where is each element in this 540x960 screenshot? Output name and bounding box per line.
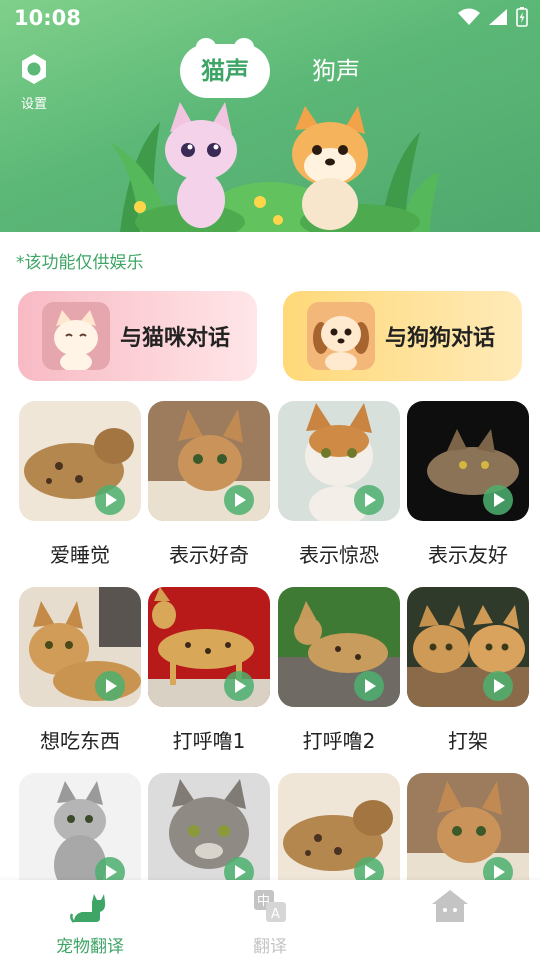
dog-avatar xyxy=(307,302,375,370)
nav-translate[interactable]: 中 A 翻译 xyxy=(210,888,330,958)
play-icon xyxy=(95,857,125,880)
sound-card[interactable]: 表示友好 xyxy=(407,401,529,568)
sound-card[interactable]: 想吃东西 xyxy=(19,587,141,754)
settings-button[interactable]: 设置 xyxy=(14,52,54,112)
play-icon xyxy=(354,857,384,880)
nav-home[interactable] xyxy=(390,888,510,958)
signal-icon xyxy=(489,9,507,25)
nav-translate-label: 翻译 xyxy=(253,937,287,957)
sound-card[interactable]: 打架 xyxy=(407,587,529,754)
sound-card[interactable]: 表示惊恐 xyxy=(278,401,400,568)
status-time: 10:08 xyxy=(14,6,81,30)
sound-card[interactable]: 打呼噜2 xyxy=(278,587,400,754)
tab-cat-label: 猫声 xyxy=(201,57,249,85)
play-icon xyxy=(95,671,125,701)
sound-card[interactable]: 爱睡觉 xyxy=(19,401,141,568)
sound-label: 打呼噜2 xyxy=(302,729,376,753)
cat-avatar xyxy=(42,302,110,370)
status-icons xyxy=(458,7,528,27)
play-icon xyxy=(224,671,254,701)
sound-label: 表示好奇 xyxy=(169,543,249,567)
home-icon xyxy=(432,890,468,922)
sound-thumbnail xyxy=(407,587,529,707)
sound-thumbnail xyxy=(19,401,141,521)
sound-thumbnail xyxy=(407,773,529,880)
talk-to-dog-button[interactable]: 与狗狗对话 xyxy=(283,291,522,381)
play-icon xyxy=(95,485,125,515)
play-icon xyxy=(483,671,513,701)
sound-label: 打架 xyxy=(448,729,488,753)
sound-label: 打呼噜1 xyxy=(172,729,246,753)
play-icon xyxy=(483,485,513,515)
header: 10:08 设置 猫声 狗声 xyxy=(0,0,540,232)
sound-thumbnail xyxy=(278,773,400,880)
sound-thumbnail xyxy=(278,401,400,521)
play-icon xyxy=(354,671,384,701)
svg-text:A: A xyxy=(271,907,280,922)
sound-card[interactable]: 打呼噜1 xyxy=(148,587,270,754)
talk-to-cat-button[interactable]: 与猫咪对话 xyxy=(18,291,257,381)
sound-thumbnail xyxy=(148,587,270,707)
tab-dog-sounds[interactable]: 狗声 xyxy=(296,44,376,98)
play-icon xyxy=(483,857,513,880)
sound-thumbnail xyxy=(148,773,270,880)
tab-cat-sounds[interactable]: 猫声 xyxy=(180,38,270,98)
sound-thumbnail xyxy=(148,401,270,521)
sound-card[interactable] xyxy=(19,773,141,880)
gear-icon xyxy=(22,54,46,84)
sound-label: 想吃东西 xyxy=(40,729,120,753)
status-bar: 10:08 xyxy=(0,0,540,36)
sound-card[interactable] xyxy=(407,773,529,880)
play-icon xyxy=(224,485,254,515)
sound-thumbnail xyxy=(19,587,141,707)
sound-label: 表示友好 xyxy=(428,543,508,567)
nav-pet-translate[interactable]: 宠物翻译 xyxy=(30,888,150,958)
pets-illustration xyxy=(110,102,440,232)
bottom-nav: 宠物翻译 中 A 翻译 xyxy=(0,880,540,960)
battery-icon xyxy=(516,7,528,27)
tab-dog-label: 狗声 xyxy=(312,57,360,85)
play-icon xyxy=(224,857,254,880)
settings-label: 设置 xyxy=(20,97,47,112)
nav-pet-translate-label: 宠物翻译 xyxy=(56,937,124,957)
cat-sound-grid: 爱睡觉 表示好奇 表示惊恐 表示友好 想吃东西 打呼噜1 打呼噜2 打架 xyxy=(0,400,540,880)
sound-card[interactable] xyxy=(278,773,400,880)
talk-to-dog-label: 与狗狗对话 xyxy=(385,326,496,351)
play-icon xyxy=(354,485,384,515)
entertainment-notice: *该功能仅供娱乐 xyxy=(16,253,144,273)
talk-to-cat-label: 与猫咪对话 xyxy=(120,326,231,351)
sound-thumbnail xyxy=(19,773,141,880)
translate-icon: 中 A xyxy=(254,890,286,922)
sound-card[interactable]: 表示好奇 xyxy=(148,401,270,568)
sound-label: 爱睡觉 xyxy=(50,543,110,567)
sound-thumbnail xyxy=(278,587,400,707)
wifi-icon xyxy=(458,8,480,25)
svg-text:中: 中 xyxy=(257,894,270,909)
cat-icon xyxy=(70,894,106,923)
sound-thumbnail xyxy=(407,401,529,521)
sound-label: 表示惊恐 xyxy=(299,543,379,567)
sound-card[interactable] xyxy=(148,773,270,880)
